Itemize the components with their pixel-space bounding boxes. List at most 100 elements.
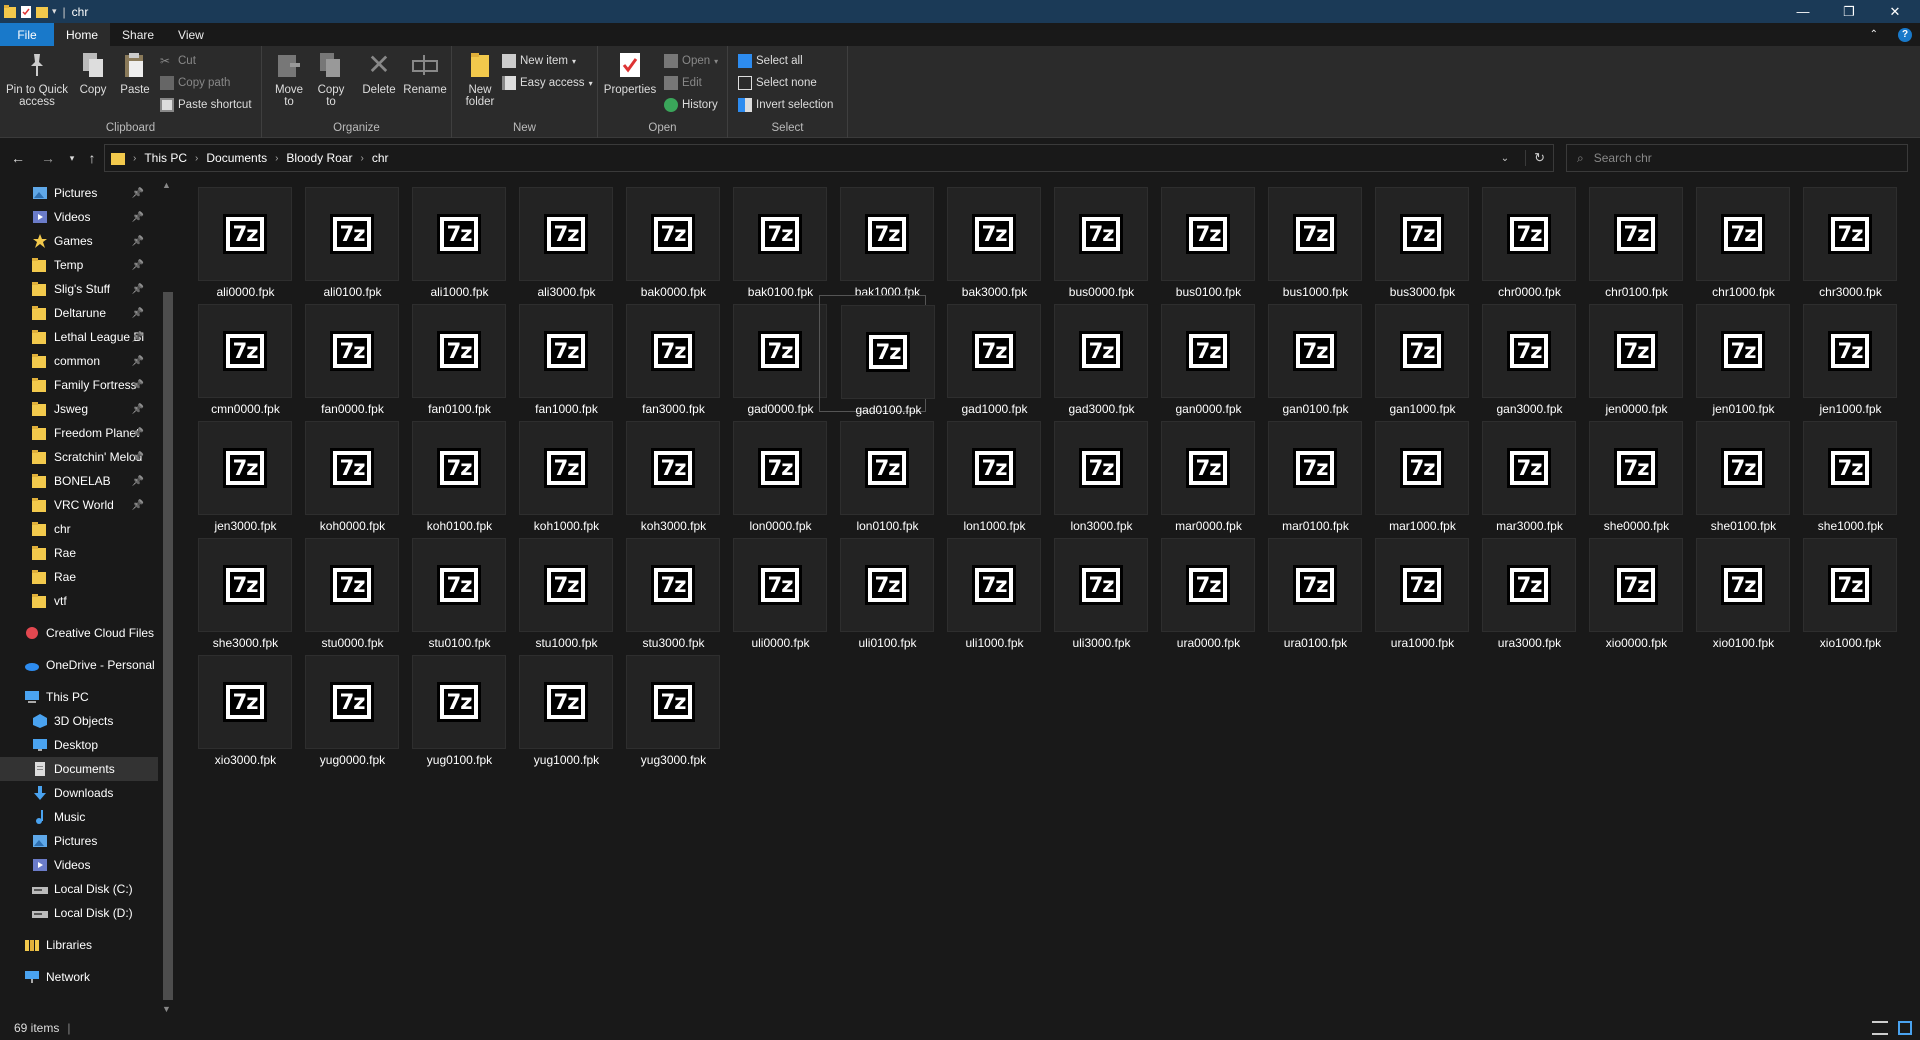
new-item-button[interactable]: New item ▾ bbox=[502, 52, 576, 70]
file-item[interactable]: 7z cmn0000.fpk bbox=[177, 295, 292, 416]
file-item[interactable]: 7z stu0000.fpk bbox=[284, 529, 399, 650]
up-button[interactable]: ↑ bbox=[82, 148, 102, 168]
minimize-button[interactable]: — bbox=[1780, 0, 1826, 23]
properties-icon[interactable] bbox=[20, 5, 32, 19]
file-item[interactable]: 7z mar1000.fpk bbox=[1354, 412, 1469, 533]
back-button[interactable]: ← bbox=[8, 148, 28, 168]
breadcrumb-documents[interactable]: Documents bbox=[206, 151, 267, 165]
file-item[interactable]: 7z xio0000.fpk bbox=[1568, 529, 1683, 650]
tab-share[interactable]: Share bbox=[110, 23, 166, 46]
quick-access-item[interactable]: Family Fortress 📌 bbox=[0, 373, 158, 397]
breadcrumb-bloody-roar[interactable]: Bloody Roar bbox=[286, 151, 352, 165]
quick-access-item[interactable]: common 📌 bbox=[0, 349, 158, 373]
file-item[interactable]: 7z bak0100.fpk bbox=[712, 178, 827, 299]
this-pc-item[interactable]: Music bbox=[0, 805, 158, 829]
new-folder-icon[interactable] bbox=[36, 5, 48, 19]
history-button[interactable]: History bbox=[664, 96, 718, 114]
file-item[interactable]: 7z lon0100.fpk bbox=[819, 412, 934, 533]
large-icons-view-icon[interactable] bbox=[1898, 1021, 1912, 1035]
select-none-button[interactable]: Select none bbox=[738, 74, 817, 92]
file-item[interactable]: 7z gad0000.fpk bbox=[712, 295, 827, 416]
paste-button[interactable]: Paste bbox=[116, 50, 154, 96]
address-history-dropdown-icon[interactable]: ⌄ bbox=[1493, 153, 1517, 164]
file-item[interactable]: 7z bak0000.fpk bbox=[605, 178, 720, 299]
file-item[interactable]: 7z fan3000.fpk bbox=[605, 295, 720, 416]
recent-locations-button[interactable]: ▾ bbox=[62, 148, 82, 168]
file-item[interactable]: 7z koh1000.fpk bbox=[498, 412, 613, 533]
properties-button[interactable]: Properties bbox=[602, 50, 658, 96]
scroll-up-arrow[interactable]: ▲ bbox=[162, 180, 171, 190]
forward-button[interactable]: → bbox=[38, 148, 58, 168]
invert-selection-button[interactable]: Invert selection bbox=[738, 96, 833, 114]
file-item[interactable]: 7z fan0100.fpk bbox=[391, 295, 506, 416]
file-item[interactable]: 7z ali3000.fpk bbox=[498, 178, 613, 299]
nav-this-pc[interactable]: This PC bbox=[0, 685, 158, 709]
file-item[interactable]: 7z she0100.fpk bbox=[1675, 412, 1790, 533]
file-item[interactable]: 7z koh0000.fpk bbox=[284, 412, 399, 533]
file-item[interactable]: 7z mar0100.fpk bbox=[1247, 412, 1362, 533]
file-item[interactable]: 7z uli1000.fpk bbox=[926, 529, 1041, 650]
file-item[interactable]: 7z koh3000.fpk bbox=[605, 412, 720, 533]
this-pc-item[interactable]: 3D Objects bbox=[0, 709, 158, 733]
this-pc-item[interactable]: Pictures bbox=[0, 829, 158, 853]
file-item[interactable]: 7z bus3000.fpk bbox=[1354, 178, 1469, 299]
file-item[interactable]: 7z mar0000.fpk bbox=[1140, 412, 1255, 533]
file-item[interactable]: 7z she1000.fpk bbox=[1782, 412, 1897, 533]
file-item[interactable]: 7z koh0100.fpk bbox=[391, 412, 506, 533]
cut-button[interactable]: ✂ Cut bbox=[160, 52, 196, 70]
file-item[interactable]: 7z ali1000.fpk bbox=[391, 178, 506, 299]
quick-access-item[interactable]: BONELAB 📌 bbox=[0, 469, 158, 493]
nav-onedrive[interactable]: OneDrive - Personal bbox=[0, 653, 158, 677]
this-pc-item[interactable]: Local Disk (D:) bbox=[0, 901, 158, 925]
file-item[interactable]: 7z she3000.fpk bbox=[177, 529, 292, 650]
help-icon[interactable]: ? bbox=[1890, 23, 1920, 46]
search-box[interactable]: ⌕ Search chr bbox=[1566, 144, 1908, 172]
move-to-button[interactable]: Move to bbox=[270, 50, 308, 108]
quick-access-item[interactable]: chr bbox=[0, 517, 158, 541]
file-item[interactable]: 7z gan0100.fpk bbox=[1247, 295, 1362, 416]
collapse-ribbon-icon[interactable]: ⌃ bbox=[1858, 23, 1890, 46]
quick-access-item[interactable]: Lethal League Bla 📌 bbox=[0, 325, 158, 349]
file-item[interactable]: 7z xio3000.fpk bbox=[177, 646, 292, 767]
tab-view[interactable]: View bbox=[166, 23, 216, 46]
file-item[interactable]: 7z yug3000.fpk bbox=[605, 646, 720, 767]
quick-access-item[interactable]: Jsweg 📌 bbox=[0, 397, 158, 421]
quick-access-item[interactable]: Games 📌 bbox=[0, 229, 158, 253]
file-item[interactable]: 7z gad1000.fpk bbox=[926, 295, 1041, 416]
file-item[interactable]: 7z chr0000.fpk bbox=[1461, 178, 1576, 299]
refresh-icon[interactable]: ↻ bbox=[1525, 150, 1553, 166]
quick-access-item[interactable]: Temp 📌 bbox=[0, 253, 158, 277]
quick-access-item[interactable]: vtf bbox=[0, 589, 158, 613]
nav-network[interactable]: Network bbox=[0, 965, 158, 989]
file-item[interactable]: 7z fan0000.fpk bbox=[284, 295, 399, 416]
file-item[interactable]: 7z xio1000.fpk bbox=[1782, 529, 1897, 650]
file-item[interactable]: 7z gan1000.fpk bbox=[1354, 295, 1469, 416]
quick-access-item[interactable]: Videos 📌 bbox=[0, 205, 158, 229]
file-item[interactable]: 7z uli0100.fpk bbox=[819, 529, 934, 650]
file-item[interactable]: 7z fan1000.fpk bbox=[498, 295, 613, 416]
file-item[interactable]: 7z bus0000.fpk bbox=[1033, 178, 1148, 299]
quick-access-item[interactable]: Freedom Planet 📌 bbox=[0, 421, 158, 445]
file-item[interactable]: 7z gan0000.fpk bbox=[1140, 295, 1255, 416]
nav-creative-cloud[interactable]: Creative Cloud Files bbox=[0, 621, 158, 645]
quick-access-item[interactable]: Deltarune 📌 bbox=[0, 301, 158, 325]
file-item[interactable]: 7z xio0100.fpk bbox=[1675, 529, 1790, 650]
file-item[interactable]: 7z uli3000.fpk bbox=[1033, 529, 1148, 650]
this-pc-item[interactable]: Desktop bbox=[0, 733, 158, 757]
quick-access-item[interactable]: Pictures 📌 bbox=[0, 181, 158, 205]
quick-access-item[interactable]: Scratchin' Melod 📌 bbox=[0, 445, 158, 469]
file-item[interactable]: 7z bak1000.fpk bbox=[819, 178, 934, 299]
file-item[interactable]: 7z uli0000.fpk bbox=[712, 529, 827, 650]
delete-button[interactable]: ✕ Delete bbox=[360, 50, 398, 97]
new-folder-button[interactable]: New folder bbox=[458, 50, 502, 108]
file-item[interactable]: 7z stu0100.fpk bbox=[391, 529, 506, 650]
quick-access-item[interactable]: Rae bbox=[0, 565, 158, 589]
file-item[interactable]: 7z gad0100.fpk bbox=[819, 295, 935, 417]
scroll-down-arrow[interactable]: ▼ bbox=[162, 1004, 171, 1014]
file-item[interactable]: 7z jen0000.fpk bbox=[1568, 295, 1683, 416]
details-view-icon[interactable] bbox=[1872, 1021, 1888, 1035]
address-field[interactable]: › This PC › Documents › Bloody Roar › ch… bbox=[104, 144, 1554, 172]
breadcrumb-this-pc[interactable]: This PC bbox=[144, 151, 187, 165]
open-button[interactable]: Open ▾ bbox=[664, 52, 718, 70]
file-item[interactable]: 7z lon1000.fpk bbox=[926, 412, 1041, 533]
